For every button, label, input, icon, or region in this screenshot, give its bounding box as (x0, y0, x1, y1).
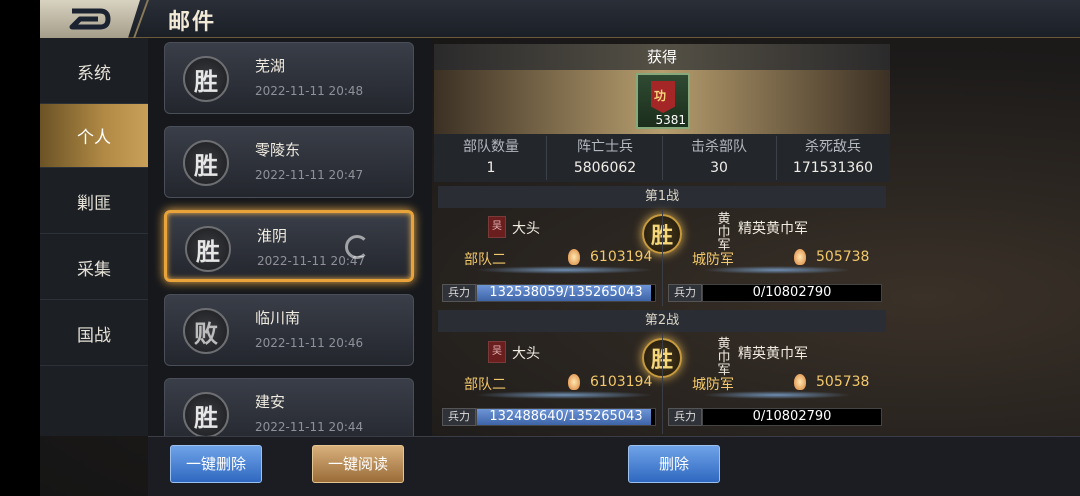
back-button[interactable] (40, 0, 140, 38)
bottom-bar (148, 436, 1080, 496)
glow-divider (474, 266, 654, 274)
power-value: 6103194 (590, 374, 653, 390)
power-value: 6103194 (590, 249, 653, 265)
divider (662, 334, 663, 434)
mail-time: 2022-11-11 20:48 (255, 84, 364, 98)
victory-badge: 胜 (183, 56, 229, 102)
stat-header: 击杀部队 (691, 139, 747, 155)
stat-header: 阵亡士兵 (577, 139, 633, 155)
sidebar-item-system[interactable]: 系统 (40, 40, 148, 104)
stat-value: 5806062 (573, 160, 637, 176)
reward-title: 获得 (434, 44, 890, 70)
stat-header: 部队数量 (463, 139, 519, 155)
sidebar-item-personal[interactable]: 个人 (40, 104, 148, 168)
mail-location: 建安 (255, 393, 286, 411)
item-count: 5381 (655, 113, 686, 127)
delete-button[interactable]: 删除 (628, 445, 720, 483)
left-edge (0, 0, 40, 496)
divider (546, 136, 547, 180)
victory-badge: 胜 (183, 392, 229, 436)
mail-list: 胜 芜湖 2022-11-11 20:48 胜 零陵东 2022-11-11 2… (148, 38, 432, 436)
troops-bar: 132488640/135265043 (476, 408, 656, 426)
divider (662, 136, 663, 180)
mail-item[interactable]: 败 临川南 2022-11-11 20:46 (164, 294, 414, 366)
mail-location: 淮阴 (257, 227, 288, 245)
merit-item-icon[interactable]: 功 5381 (636, 73, 690, 129)
divider (776, 136, 777, 180)
commander-name: 大头 (512, 221, 540, 237)
faction-icon: 吴 (488, 216, 506, 238)
mail-time: 2022-11-11 20:46 (255, 336, 364, 350)
defeat-badge: 败 (183, 308, 229, 354)
mail-time: 2022-11-11 20:47 (255, 168, 364, 182)
commander-name: 大头 (512, 346, 540, 362)
battle-title: 第1战 (438, 186, 886, 208)
troops-value: 132488640/135265043 (489, 409, 643, 424)
stat-value: 171531360 (792, 160, 874, 176)
mail-location: 零陵东 (255, 141, 301, 159)
mail-location: 芜湖 (255, 57, 286, 75)
glow-divider (702, 266, 852, 274)
troops-bar: 0/10802790 (702, 284, 882, 302)
mail-location: 临川南 (255, 309, 301, 327)
power-value: 505738 (816, 374, 870, 390)
victory-badge: 胜 (183, 140, 229, 186)
reward-banner: 获得 功 5381 (434, 44, 890, 134)
delete-all-button[interactable]: 一键删除 (170, 445, 262, 483)
troops-bar: 132538059/135265043 (476, 284, 656, 302)
read-all-button[interactable]: 一键阅读 (312, 445, 404, 483)
glow-divider (474, 391, 654, 399)
sidebar-item-nationwar[interactable]: 国战 (40, 302, 148, 366)
power-value: 505738 (816, 249, 870, 265)
page-title: 邮件 (168, 10, 217, 35)
battle-title: 第2战 (438, 310, 886, 332)
troops-label: 兵力 (668, 408, 702, 426)
back-arrow-icon (69, 8, 111, 30)
victory-badge: 胜 (185, 226, 231, 272)
troops-label: 兵力 (442, 408, 476, 426)
battle-stats: 部队数量 阵亡士兵 击杀部队 杀死敌兵 1 5806062 30 1715313… (434, 134, 890, 182)
divider (662, 210, 663, 306)
stat-value: 1 (486, 160, 496, 176)
power-fire-icon (568, 249, 580, 265)
troops-value: 132538059/135265043 (489, 285, 643, 300)
enemy-name: 精英黄巾军 (738, 221, 808, 237)
mail-item[interactable]: 胜 芜湖 2022-11-11 20:48 (164, 42, 414, 114)
loading-spinner-icon (345, 235, 369, 259)
mail-item[interactable]: 胜 零陵东 2022-11-11 20:47 (164, 126, 414, 198)
enemy-name: 精英黄巾军 (738, 346, 808, 362)
stat-value: 30 (710, 160, 728, 176)
sidebar: 系统 个人 剿匪 采集 国战 (40, 38, 148, 436)
merit-label: 功 (654, 89, 667, 103)
troops-label: 兵力 (668, 284, 702, 302)
troops-value: 0/10802790 (752, 285, 832, 300)
sidebar-item-gather[interactable]: 采集 (40, 236, 148, 300)
troops-value: 0/10802790 (752, 409, 832, 424)
mail-item-selected[interactable]: 胜 淮阴 2022-11-11 20:47 (164, 210, 414, 282)
mail-item[interactable]: 胜 建安 2022-11-11 20:44 (164, 378, 414, 436)
mail-detail: 获得 功 5381 部队数量 阵亡士兵 击杀部队 杀死敌兵 1 5806062 … (434, 44, 890, 434)
glow-divider (702, 391, 852, 399)
faction-icon: 黄巾军 (717, 337, 731, 378)
power-fire-icon (568, 374, 580, 390)
faction-icon: 黄巾军 (717, 212, 731, 253)
sidebar-item-bandits[interactable]: 剿匪 (40, 170, 148, 234)
faction-icon: 吴 (488, 341, 506, 363)
troops-bar: 0/10802790 (702, 408, 882, 426)
mail-time: 2022-11-11 20:44 (255, 420, 364, 434)
power-fire-icon (794, 374, 806, 390)
stat-header: 杀死敌兵 (805, 139, 861, 155)
power-fire-icon (794, 249, 806, 265)
troops-label: 兵力 (442, 284, 476, 302)
